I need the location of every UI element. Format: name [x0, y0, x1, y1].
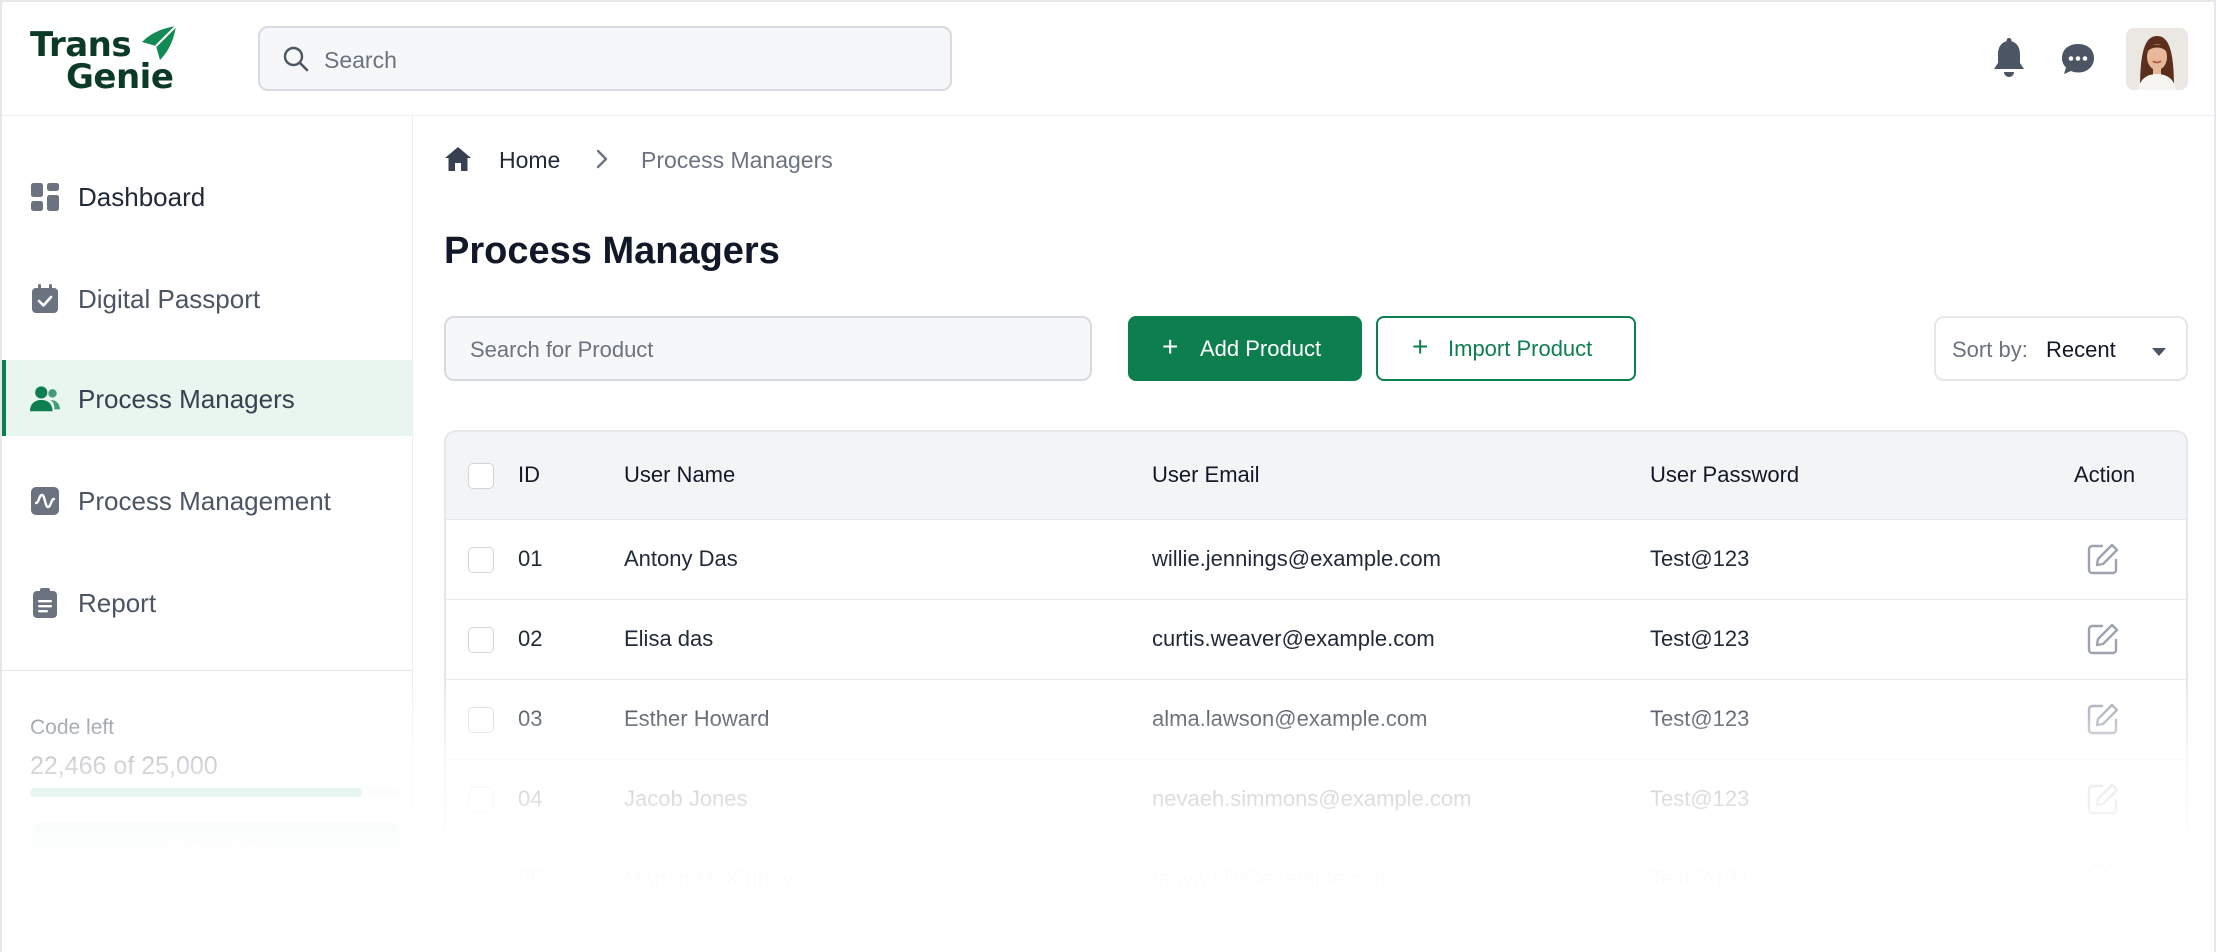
app-window: Trans Genie Search Dashboard Digital Pas… [0, 0, 2216, 952]
calendar-check-icon [32, 284, 58, 313]
cell-user-name: Antony Das [624, 546, 738, 571]
product-search-input[interactable]: Search for Product [444, 316, 1092, 381]
cell-id: 05 [518, 866, 543, 891]
cell-user-password: Test@123 [1650, 546, 1750, 571]
column-header-action: Action [2074, 462, 2136, 487]
user-avatar[interactable] [2126, 28, 2188, 90]
code-left-value: 22,466 of 25,000 [30, 752, 218, 780]
avatar-image-icon [2126, 28, 2188, 90]
cell-user-password: Test@123 [1650, 626, 1750, 651]
product-search-placeholder: Search for Product [470, 337, 654, 362]
brand-logo[interactable]: Trans Genie [30, 22, 180, 94]
cell-user-name: Esther Howard [624, 706, 770, 731]
activity-icon [31, 487, 59, 515]
chevron-right-icon [596, 149, 608, 169]
grid-icon [31, 183, 59, 211]
bottom-blank-area [2, 892, 2214, 952]
add-product-button[interactable]: + Add Product [1128, 316, 1362, 381]
page-title: Process Managers [444, 230, 780, 272]
row-checkbox[interactable] [468, 787, 494, 813]
table-row[interactable]: 04 Jacob Jones nevaeh.simmons@example.co… [446, 760, 2186, 840]
column-header-id[interactable]: ID [518, 462, 540, 488]
leaf-logo-icon [142, 25, 177, 60]
column-header-user-name[interactable]: User Name [624, 462, 735, 488]
cell-user-password: Test@123 [1650, 706, 1750, 731]
select-all-checkbox[interactable] [468, 463, 494, 489]
users-icon [30, 386, 60, 412]
code-usage-progress-bar [30, 788, 400, 797]
cell-id: 03 [518, 706, 543, 731]
sidebar-item-label: Digital Passport [78, 284, 261, 314]
sidebar-item-label: Dashboard [78, 182, 206, 212]
sidebar-item-digital-passport[interactable]: Digital Passport [2, 260, 412, 336]
plus-icon: + [1412, 331, 1429, 362]
top-header: Trans Genie Search [2, 2, 2214, 116]
managers-table: ID User Name User Email User Password Ac… [444, 430, 2188, 952]
column-header-user-password[interactable]: User Password [1650, 462, 1799, 488]
sidebar-item-dashboard[interactable]: Dashboard [2, 158, 412, 234]
main-content: Home Process Managers Process Managers S… [414, 116, 2214, 952]
cell-user-email: curtis.weaver@example.com [1152, 626, 1435, 651]
cell-user-email: nevaeh.simmons@example.com [1152, 786, 1472, 811]
sidebar-item-label: Process Managers [78, 384, 295, 414]
edit-icon[interactable] [2086, 542, 2120, 576]
import-product-button[interactable]: + Import Product [1376, 316, 1636, 381]
edit-icon[interactable] [2086, 622, 2120, 656]
sidebar-item-process-management[interactable]: Process Management [2, 462, 412, 538]
import-product-label: Import Product [1448, 336, 1593, 361]
cell-user-email: tanya.hill@example.com [1152, 866, 1392, 891]
sort-dropdown[interactable]: Sort by: Recent [1934, 316, 2188, 381]
edit-icon[interactable] [2086, 862, 2120, 896]
sidebar-item-label: Process Management [78, 486, 331, 516]
cell-user-name: Jacob Jones [624, 786, 748, 811]
edit-icon[interactable] [2086, 702, 2120, 736]
breadcrumb-home-link[interactable]: Home [499, 147, 560, 174]
logo-text-line2: Genie [66, 57, 174, 97]
code-left-label: Code left [30, 716, 115, 739]
add-product-label: Add Product [1200, 336, 1322, 361]
cell-user-email: willie.jennings@example.com [1152, 546, 1441, 571]
search-placeholder: Search [324, 47, 397, 73]
order-more-button[interactable]: Order More [32, 822, 400, 878]
search-icon [283, 46, 309, 72]
chat-icon[interactable] [2060, 42, 2096, 76]
clipboard-icon [33, 588, 57, 618]
cell-user-name: Elisa das [624, 626, 714, 651]
global-search-input[interactable]: Search [258, 26, 952, 91]
edit-icon[interactable] [2086, 782, 2120, 816]
sidebar-item-report[interactable]: Report [2, 564, 412, 640]
cell-id: 04 [518, 786, 543, 811]
progress-fill [30, 788, 363, 797]
sidebar: Dashboard Digital Passport Process Manag… [2, 116, 413, 952]
row-checkbox[interactable] [468, 627, 494, 653]
cell-user-password: Test@123 [1650, 866, 1750, 891]
table-row[interactable]: 02 Elisa das curtis.weaver@example.com T… [446, 600, 2186, 680]
cell-user-email: alma.lawson@example.com [1152, 706, 1428, 731]
sidebar-divider [2, 670, 412, 671]
cell-id: 01 [518, 546, 543, 571]
sidebar-item-process-managers[interactable]: Process Managers [2, 360, 412, 436]
breadcrumb-current: Process Managers [641, 147, 833, 173]
cell-user-password: Test@123 [1650, 786, 1750, 811]
row-checkbox[interactable] [468, 707, 494, 733]
bell-icon[interactable] [1992, 38, 2026, 78]
sort-value: Recent [2046, 337, 2116, 362]
plus-icon: + [1162, 331, 1179, 362]
row-checkbox[interactable] [468, 547, 494, 573]
cell-id: 02 [518, 626, 543, 651]
sort-label: Sort by: [1952, 337, 2028, 362]
caret-down-icon [2152, 348, 2166, 356]
table-row[interactable]: 01 Antony Das willie.jennings@example.co… [446, 520, 2186, 600]
table-row[interactable]: 03 Esther Howard alma.lawson@example.com… [446, 680, 2186, 760]
sidebar-item-label: Report [78, 588, 157, 618]
home-icon[interactable] [444, 146, 472, 172]
column-header-user-email[interactable]: User Email [1152, 462, 1260, 488]
cell-user-name: Marvin McKinney [624, 866, 793, 891]
row-checkbox[interactable] [468, 867, 494, 893]
table-header: ID User Name User Email User Password Ac… [446, 432, 2186, 520]
